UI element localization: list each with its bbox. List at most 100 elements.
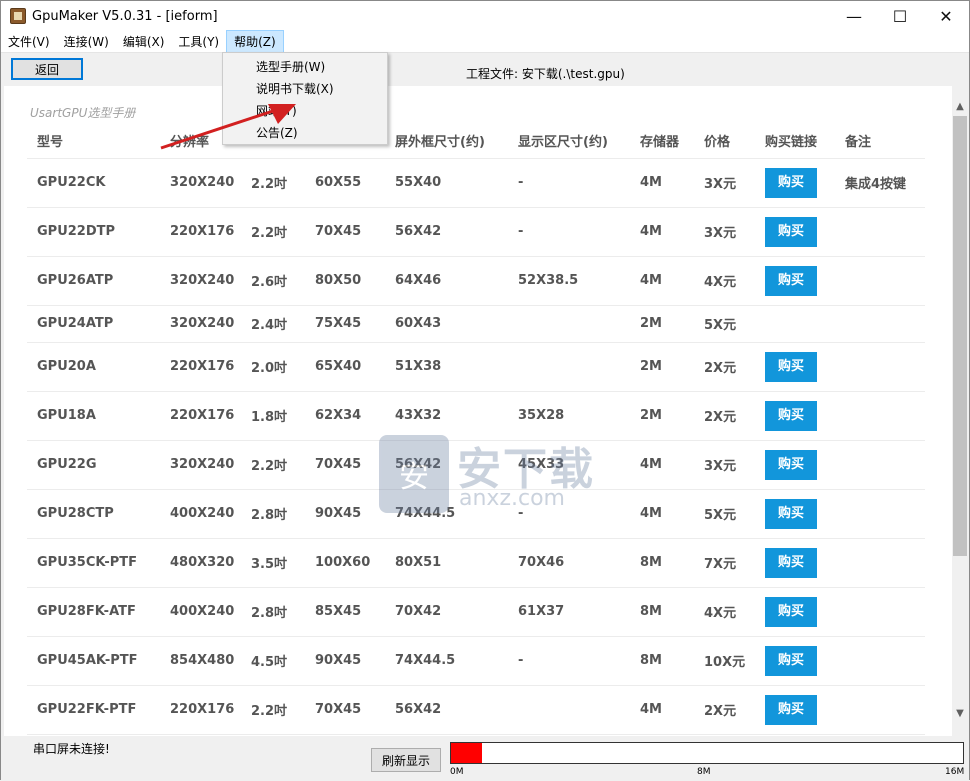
close-icon[interactable]: ✕ (923, 1, 969, 31)
cell-model: GPU24ATP (27, 305, 160, 343)
cell-model: GPU45AK-PTF (27, 636, 160, 686)
menu-bar: 文件(V) 连接(W) 编辑(X) 工具(Y) 帮助(Z) (1, 30, 969, 53)
cell-resolution: 320X240 (160, 440, 241, 490)
cell-resolution: 854X480 (160, 636, 241, 686)
cell-note (835, 636, 925, 686)
menu-help[interactable]: 帮助(Z) (226, 30, 284, 53)
cell-buy: 购买 (755, 342, 835, 392)
cell-note (835, 538, 925, 588)
cell-size: 4.5吋 (241, 636, 305, 686)
app-window: GpuMaker V5.0.31 - [ieform] — ☐ ✕ 文件(V) … (0, 0, 970, 781)
cell-outline: 62X34 (305, 391, 385, 441)
cell-resolution: 480X320 (160, 538, 241, 588)
cell-memory: 2M (630, 305, 694, 343)
cell-model: GPU26ATP (27, 256, 160, 306)
buy-button[interactable]: 购买 (765, 694, 817, 725)
buy-button[interactable]: 购买 (765, 645, 817, 676)
cell-display: - (508, 158, 630, 208)
cell-outline: 60X55 (305, 158, 385, 208)
buy-button[interactable]: 购买 (765, 351, 817, 382)
cell-memory: 4M (630, 256, 694, 306)
cell-frame: 74X44.5 (385, 636, 508, 686)
cell-memory: 4M (630, 440, 694, 490)
cell-resolution: 220X176 (160, 391, 241, 441)
cell-display: 61X37 (508, 587, 630, 637)
cell-display: 70X46 (508, 538, 630, 588)
cell-size: 2.4吋 (241, 305, 305, 343)
table-row: GPU20A 220X176 2.0吋 65X40 51X38 2M 2X元 购买 (27, 342, 925, 392)
cell-price: 5X元 (694, 489, 755, 539)
cell-note: 集成4按键 (835, 158, 925, 208)
buy-button[interactable]: 购买 (765, 400, 817, 431)
cell-price: 2X元 (694, 391, 755, 441)
cell-memory: 2M (630, 391, 694, 441)
buy-button[interactable]: 购买 (765, 498, 817, 529)
product-table: 型号 分辨率 屏外框尺寸(约) 显示区尺寸(约) 存储器 价格 购买链接 备注 … (27, 124, 925, 735)
cell-outline: 90X45 (305, 636, 385, 686)
menu-tools[interactable]: 工具(Y) (171, 31, 226, 52)
header-buy: 购买链接 (755, 124, 835, 159)
scroll-down-icon[interactable]: ▼ (952, 705, 968, 721)
buy-button[interactable]: 购买 (765, 596, 817, 627)
cell-display: - (508, 207, 630, 257)
cell-resolution: 220X176 (160, 342, 241, 392)
buy-button[interactable]: 购买 (765, 265, 817, 296)
cell-note (835, 342, 925, 392)
refresh-button[interactable]: 刷新显示 (371, 748, 441, 772)
cell-frame: 64X46 (385, 256, 508, 306)
cell-frame: 60X43 (385, 305, 508, 343)
cell-price: 3X元 (694, 207, 755, 257)
cell-frame: 70X42 (385, 587, 508, 637)
table-row: GPU22DTP 220X176 2.2吋 70X45 56X42-4M 3X元 购买 (27, 207, 925, 257)
tick-8m: 8M (697, 767, 711, 777)
cell-memory: 8M (630, 636, 694, 686)
cell-model: GPU18A (27, 391, 160, 441)
cell-model: GPU28CTP (27, 489, 160, 539)
cell-buy: 购买 (755, 685, 835, 735)
menu-edit[interactable]: 编辑(X) (116, 31, 172, 52)
memory-progress-fill (451, 743, 482, 763)
header-frame: 屏外框尺寸(约) (385, 124, 508, 159)
buy-button[interactable]: 购买 (765, 547, 817, 578)
scroll-up-icon[interactable]: ▲ (952, 98, 968, 114)
back-button[interactable]: 返回 (11, 58, 83, 80)
cell-size: 2.6吋 (241, 256, 305, 306)
header-model: 型号 (27, 124, 160, 159)
cell-memory: 8M (630, 587, 694, 637)
menu-item-manual-download[interactable]: 说明书下载(X) (256, 80, 334, 97)
header-display: 显示区尺寸(约) (508, 124, 630, 159)
cell-note (835, 256, 925, 306)
buy-button[interactable]: 购买 (765, 449, 817, 480)
watermark-badge: 安 (379, 435, 449, 513)
table-row: GPU35CK-PTF 480X320 3.5吋 100X60 80X51 70X46 8M… (27, 538, 925, 588)
scroll-thumb[interactable] (953, 116, 967, 556)
connection-status: 串口屏未连接! (33, 742, 110, 756)
project-file-label: 工程文件: 安下载(.\test.gpu) (466, 67, 625, 81)
cell-buy: 购买 (755, 207, 835, 257)
cell-frame: 56X42 (385, 685, 508, 735)
cell-note (835, 440, 925, 490)
cell-outline: 65X40 (305, 342, 385, 392)
cell-memory: 4M (630, 158, 694, 208)
menu-connect[interactable]: 连接(W) (57, 31, 116, 52)
cell-memory: 4M (630, 685, 694, 735)
maximize-icon[interactable]: ☐ (877, 1, 923, 31)
table-row: GPU24ATP 320X240 2.4吋 75X45 60X43 2M 5X元 (27, 305, 925, 343)
cell-outline: 70X45 (305, 685, 385, 735)
cell-buy: 购买 (755, 489, 835, 539)
menu-file[interactable]: 文件(V) (1, 31, 57, 52)
vertical-scrollbar[interactable]: ▲ ▼ (952, 96, 968, 721)
tick-16m: 16M (945, 767, 965, 777)
buy-button[interactable]: 购买 (765, 216, 817, 247)
table-row: GPU22CK 320X240 2.2吋 60X55 55X40-4M 3X元 购买 集成4按… (27, 158, 925, 208)
tick-0m: 0M (450, 767, 464, 777)
cell-buy: 购买 (755, 587, 835, 637)
header-note: 备注 (835, 124, 925, 159)
cell-memory: 4M (630, 207, 694, 257)
buy-button[interactable]: 购买 (765, 167, 817, 198)
cell-display: - (508, 636, 630, 686)
minimize-icon[interactable]: — (831, 1, 877, 31)
cell-buy: 购买 (755, 636, 835, 686)
cell-display (508, 342, 630, 392)
menu-item-selection-manual[interactable]: 选型手册(W) (256, 58, 325, 75)
